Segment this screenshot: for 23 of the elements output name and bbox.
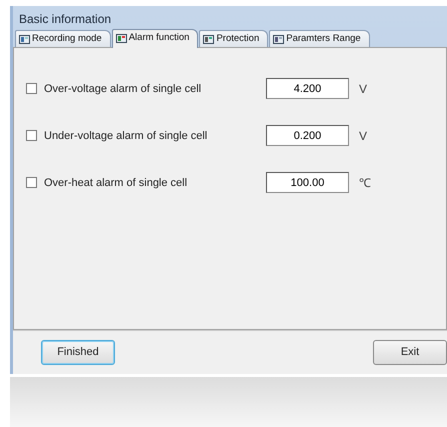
value-field[interactable]: 4.200	[266, 78, 349, 100]
value-field[interactable]: 100.00	[266, 172, 349, 194]
alarm-label: Over-heat alarm of single cell	[44, 176, 188, 190]
checkbox[interactable]	[26, 130, 37, 142]
dialog-button[interactable]: Exit	[373, 340, 447, 365]
tab[interactable]: Paramters Range	[269, 30, 370, 48]
unit-label: V	[359, 128, 368, 145]
tab[interactable]: Protection	[199, 30, 268, 48]
tab[interactable]: Recording mode	[15, 30, 111, 48]
unit-label: ℃	[359, 174, 371, 192]
tab-icon	[273, 34, 284, 44]
value-field[interactable]: 0.200	[266, 125, 349, 146]
alarm-label: Under-voltage alarm of single cell	[44, 128, 208, 144]
tab-icon	[203, 34, 214, 44]
unit-label: V	[359, 80, 368, 98]
dialog-button[interactable]: Finished	[41, 340, 115, 365]
tab-icon	[19, 34, 30, 44]
window-title: Basic information	[18, 11, 112, 28]
checkbox[interactable]	[26, 83, 37, 94]
tab[interactable]: Alarm function	[112, 29, 198, 48]
alarm-label: Over-voltage alarm of single cell	[44, 82, 202, 96]
checkbox[interactable]	[26, 177, 37, 188]
tab-icon	[116, 34, 127, 43]
